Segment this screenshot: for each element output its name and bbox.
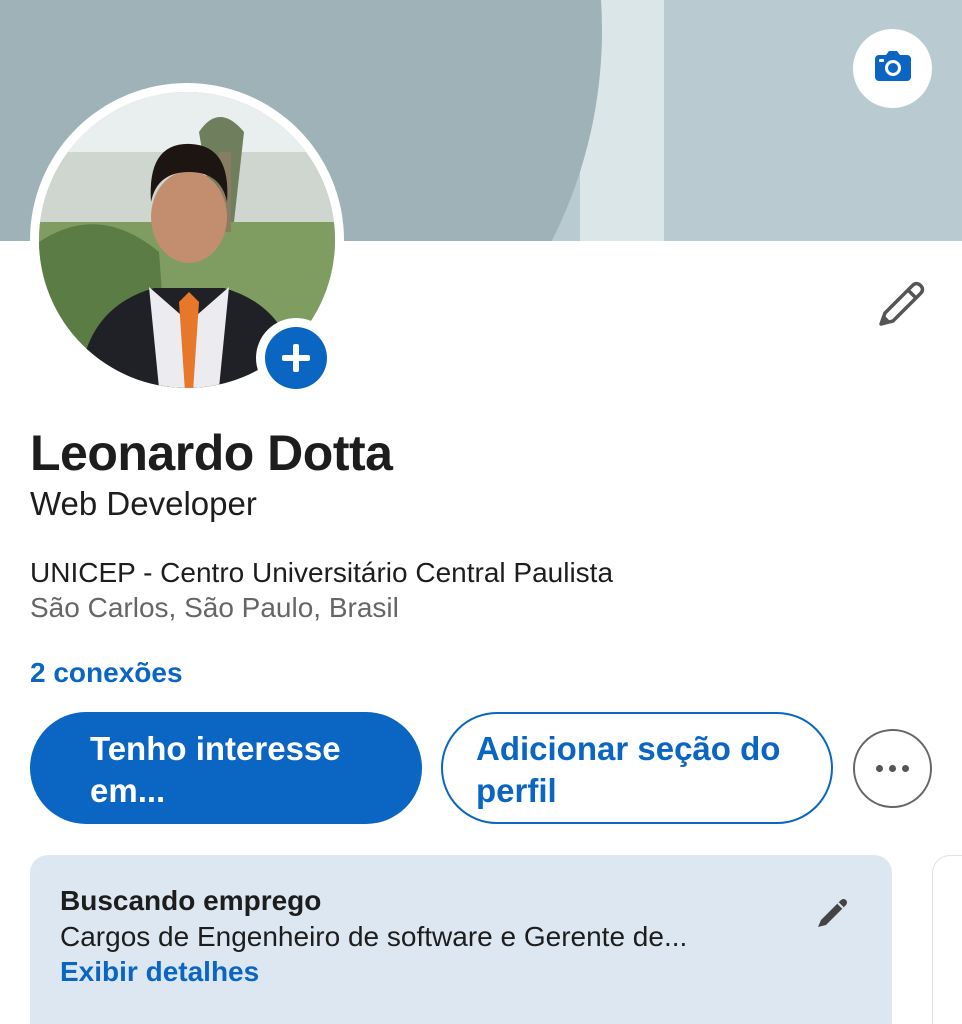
profile-education[interactable]: UNICEP - Centro Universitário Central Pa… [30, 557, 613, 589]
connections-link[interactable]: 2 conexões [30, 657, 183, 689]
next-card-peek [932, 855, 962, 1024]
show-details-link[interactable]: Exibir detalhes [60, 956, 259, 988]
open-to-button[interactable]: Tenho interesse em... [30, 712, 422, 824]
add-photo-button[interactable] [256, 318, 336, 398]
pencil-icon [875, 273, 929, 332]
profile-headline: Web Developer [30, 485, 257, 522]
camera-icon [874, 51, 911, 86]
edit-open-to-work-button[interactable] [812, 891, 856, 935]
edit-intro-button[interactable] [872, 272, 932, 332]
pencil-icon [815, 892, 853, 935]
open-to-work-card[interactable]: Buscando emprego Cargos de Engenheiro de… [30, 855, 892, 1024]
plus-icon [265, 327, 327, 389]
open-to-work-description: Cargos de Engenheiro de software e Geren… [60, 921, 688, 952]
add-profile-section-button[interactable]: Adicionar seção do perfil [441, 712, 833, 824]
more-actions-button[interactable] [853, 729, 932, 808]
ellipsis-icon [873, 765, 912, 772]
edit-banner-button[interactable] [853, 29, 932, 108]
open-to-work-title: Buscando emprego [60, 885, 322, 916]
profile-name: Leonardo Dotta [30, 425, 393, 481]
profile-location: São Carlos, São Paulo, Brasil [30, 592, 399, 623]
